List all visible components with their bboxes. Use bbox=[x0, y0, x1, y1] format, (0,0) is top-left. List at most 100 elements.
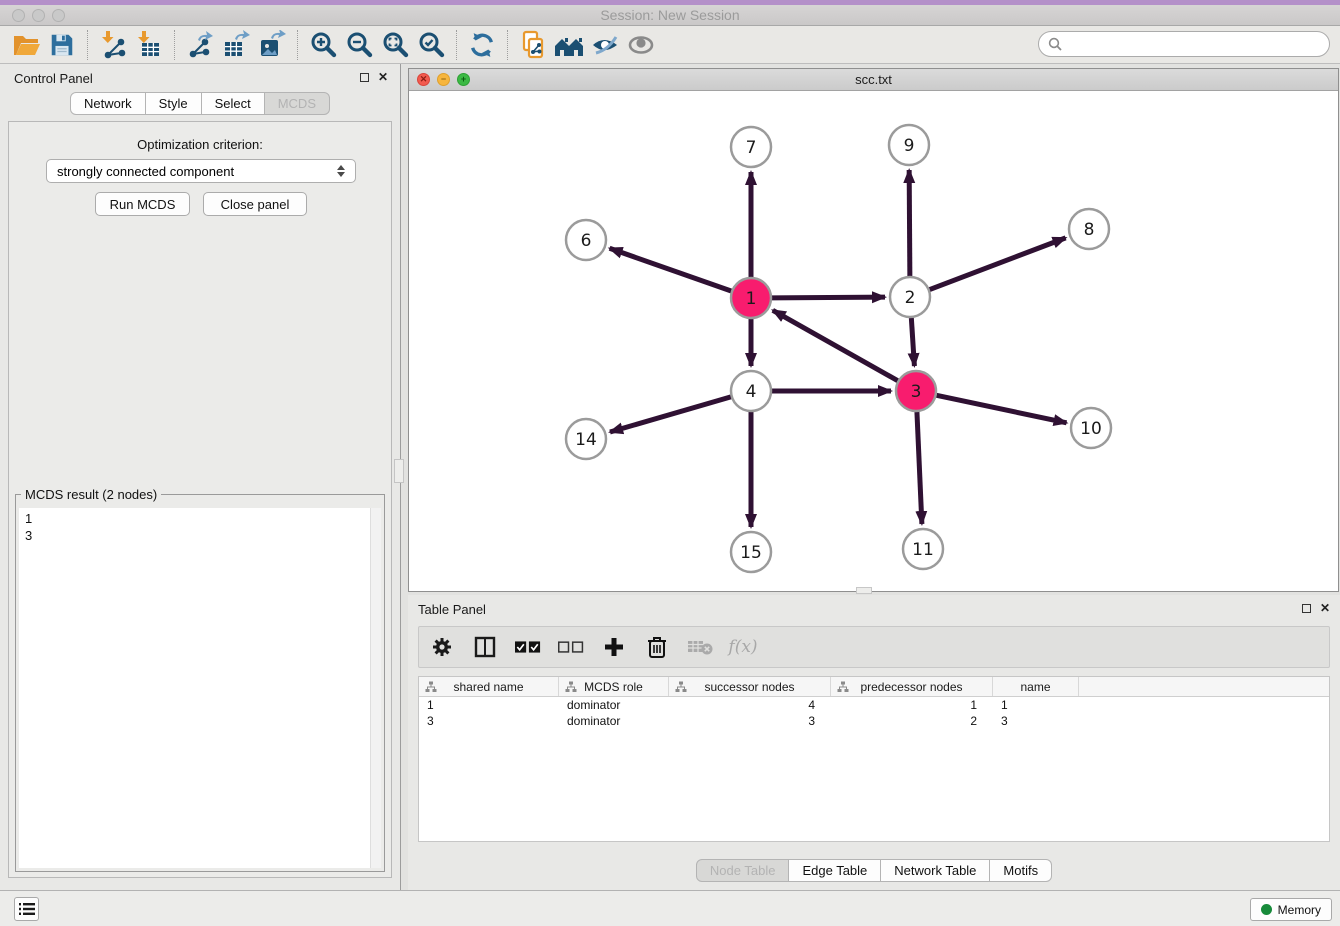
table-cell: 1 bbox=[831, 697, 993, 713]
result-scrollbar[interactable] bbox=[370, 508, 381, 868]
edge-3-11[interactable] bbox=[917, 412, 922, 524]
graph-node-label-4: 4 bbox=[746, 382, 757, 402]
apply-layout-button[interactable] bbox=[464, 29, 500, 61]
table-row[interactable]: 3dominator323 bbox=[419, 713, 1329, 729]
tab-style[interactable]: Style bbox=[146, 92, 202, 115]
edge-2-3[interactable] bbox=[911, 318, 914, 366]
import-network-icon bbox=[98, 30, 128, 60]
save-session-button[interactable] bbox=[44, 29, 80, 61]
export-network-button[interactable] bbox=[182, 29, 218, 61]
table-cell: dominator bbox=[559, 713, 669, 729]
zoom-in-button[interactable] bbox=[305, 29, 341, 61]
column-header-predecessor-nodes[interactable]: predecessor nodes bbox=[831, 677, 993, 696]
export-network-icon bbox=[185, 30, 215, 60]
window-title: Session: New Session bbox=[0, 7, 1340, 23]
add-column-icon[interactable] bbox=[601, 633, 627, 661]
table-cell: 4 bbox=[669, 697, 831, 713]
table-cell: 3 bbox=[669, 713, 831, 729]
tab-node-table[interactable]: Node Table bbox=[696, 859, 790, 882]
graph-node-label-2: 2 bbox=[905, 288, 916, 308]
criterion-dropdown[interactable]: strongly connected component bbox=[46, 159, 356, 183]
import-network-button[interactable] bbox=[95, 29, 131, 61]
hide-selected-button[interactable] bbox=[587, 29, 623, 61]
edge-2-8[interactable] bbox=[930, 238, 1066, 290]
graph-node-label-1: 1 bbox=[746, 289, 757, 309]
export-table-button[interactable] bbox=[218, 29, 254, 61]
split-columns-icon[interactable] bbox=[472, 633, 498, 661]
network-graph-canvas[interactable]: 7968124314101511 bbox=[409, 91, 1338, 591]
edge-3-1[interactable] bbox=[773, 310, 898, 380]
float-panel-icon[interactable] bbox=[360, 73, 369, 82]
table-row[interactable]: 1dominator411 bbox=[419, 697, 1329, 713]
vertical-splitter-handle[interactable] bbox=[394, 459, 404, 483]
edge-3-10[interactable] bbox=[937, 395, 1067, 422]
import-table-button[interactable] bbox=[131, 29, 167, 61]
horizontal-splitter-handle[interactable] bbox=[856, 587, 872, 594]
graph-node-label-9: 9 bbox=[904, 136, 915, 156]
tab-network-table[interactable]: Network Table bbox=[881, 859, 990, 882]
column-header-successor-nodes[interactable]: successor nodes bbox=[669, 677, 831, 696]
zoom-fit-icon bbox=[380, 30, 410, 60]
graph-node-label-14: 14 bbox=[575, 430, 597, 450]
close-panel-button[interactable]: Close panel bbox=[203, 192, 307, 216]
eye-icon bbox=[626, 30, 656, 60]
memory-button[interactable]: Memory bbox=[1250, 898, 1332, 921]
search-input[interactable] bbox=[1068, 37, 1320, 52]
tab-mcds[interactable]: MCDS bbox=[265, 92, 330, 115]
edge-2-9[interactable] bbox=[909, 170, 910, 276]
task-history-button[interactable] bbox=[14, 897, 39, 921]
tab-network[interactable]: Network bbox=[70, 92, 146, 115]
zoom-selected-button[interactable] bbox=[413, 29, 449, 61]
houses-icon bbox=[553, 30, 585, 60]
column-header-filler bbox=[1079, 677, 1329, 696]
float-table-panel-icon[interactable] bbox=[1302, 604, 1311, 613]
table-cell: 1 bbox=[993, 697, 1079, 713]
edge-1-6[interactable] bbox=[610, 248, 732, 291]
criterion-dropdown-value: strongly connected component bbox=[57, 164, 337, 179]
network-window-titlebar: ✕ − + scc.txt bbox=[409, 69, 1338, 91]
control-panel-header: Control Panel ✕ bbox=[0, 64, 400, 92]
window-top-edge bbox=[0, 0, 1340, 5]
control-panel-title: Control Panel bbox=[14, 71, 93, 86]
mcds-result-area[interactable]: 1 3 bbox=[19, 508, 381, 868]
dropdown-stepper-icon bbox=[337, 165, 345, 177]
tab-edge-table[interactable]: Edge Table bbox=[789, 859, 881, 882]
column-header-MCDS-role[interactable]: MCDS role bbox=[559, 677, 669, 696]
zoom-fit-button[interactable] bbox=[377, 29, 413, 61]
delete-table-icon[interactable] bbox=[687, 633, 713, 661]
export-table-icon bbox=[221, 30, 251, 60]
select-all-checkboxes-icon[interactable] bbox=[515, 633, 541, 661]
function-fx-icon[interactable]: f(x) bbox=[730, 633, 756, 661]
tab-select[interactable]: Select bbox=[202, 92, 265, 115]
graph-node-label-6: 6 bbox=[581, 231, 592, 251]
close-panel-icon[interactable]: ✕ bbox=[378, 72, 388, 82]
zoom-out-icon bbox=[344, 30, 374, 60]
close-table-panel-icon[interactable]: ✕ bbox=[1320, 603, 1330, 613]
deselect-checkboxes-icon[interactable] bbox=[558, 633, 584, 661]
column-header-name[interactable]: name bbox=[993, 677, 1079, 696]
toolbar-separator bbox=[87, 30, 88, 60]
mcds-result-list: 1 3 bbox=[19, 508, 381, 546]
open-session-button[interactable] bbox=[8, 29, 44, 61]
show-all-button[interactable] bbox=[623, 29, 659, 61]
column-header-shared-name[interactable]: shared name bbox=[419, 677, 559, 696]
run-mcds-button[interactable]: Run MCDS bbox=[95, 192, 190, 216]
mcds-result-title: MCDS result (2 nodes) bbox=[21, 487, 161, 502]
clone-network-button[interactable] bbox=[515, 29, 551, 61]
node-table: shared nameMCDS rolesuccessor nodesprede… bbox=[418, 676, 1330, 842]
edge-4-14[interactable] bbox=[610, 397, 731, 432]
table-cell: dominator bbox=[559, 697, 669, 713]
settings-gear-icon[interactable] bbox=[429, 633, 455, 661]
export-image-button[interactable] bbox=[254, 29, 290, 61]
table-cell: 2 bbox=[831, 713, 993, 729]
table-cell: 1 bbox=[419, 697, 559, 713]
first-neighbors-button[interactable] bbox=[551, 29, 587, 61]
tab-motifs[interactable]: Motifs bbox=[990, 859, 1052, 882]
edge-1-2[interactable] bbox=[772, 297, 885, 298]
search-box[interactable] bbox=[1038, 31, 1330, 57]
graph-node-label-15: 15 bbox=[740, 543, 762, 563]
delete-icon[interactable] bbox=[644, 633, 670, 661]
import-table-icon bbox=[134, 30, 164, 60]
zoom-out-button[interactable] bbox=[341, 29, 377, 61]
save-floppy-icon bbox=[48, 31, 76, 59]
